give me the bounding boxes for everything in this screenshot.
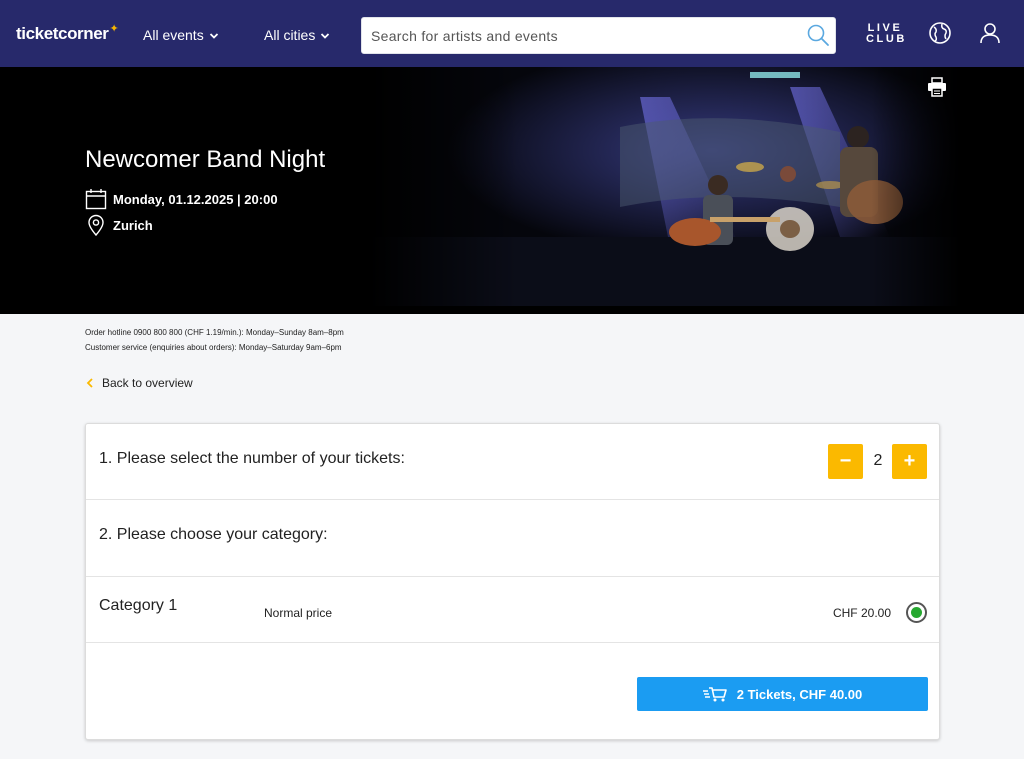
nav-all-events-label: All events [143,27,204,43]
live-club-link[interactable]: LIVE CLUB [866,23,904,45]
increase-quantity-button[interactable]: + [892,444,927,479]
event-location: Zurich [85,214,153,236]
concert-stage-image [370,67,960,306]
category-radio-button[interactable] [906,602,927,623]
chevron-down-icon [321,33,330,39]
decrease-quantity-button[interactable]: − [828,444,863,479]
event-datetime-text: Monday, 01.12.2025 | 20:00 [113,191,278,207]
globe-icon[interactable] [928,21,952,45]
step2-label: 2. Please choose your category: [99,526,328,543]
back-to-overview-link[interactable]: Back to overview [86,376,193,390]
category-option-row[interactable]: Category 1 Normal price CHF 20.00 [86,577,939,643]
event-location-text: Zurich [113,217,153,233]
add-to-cart-label: 2 Tickets, CHF 40.00 [736,686,863,702]
calendar-icon [85,189,107,210]
ticketcorner-logo[interactable]: ticketcorner✦ [16,23,119,44]
radio-selected-dot [911,607,922,618]
location-pin-icon [88,214,104,236]
nav-all-cities[interactable]: All cities [264,27,330,43]
category-price-type: Normal price [264,606,333,620]
customer-service-text: Customer service (enquiries about orders… [85,343,342,352]
category-heading-row: 2. Please choose your category: [86,500,939,577]
user-icon[interactable] [978,21,1002,45]
order-hotline-text: Order hotline 0900 800 800 (CHF 1.19/min… [85,328,344,337]
chevron-left-icon [86,378,93,388]
chevron-down-icon [209,33,218,39]
nav-all-cities-label: All cities [264,27,316,43]
nav-all-events[interactable]: All events [143,27,219,43]
category-name: Category 1 [99,597,178,614]
cart-icon [702,687,727,702]
top-navigation-bar: ticketcorner✦ All events All cities LIVE… [0,0,1024,67]
ticket-quantity-value: 2 [873,452,883,469]
event-datetime: Monday, 01.12.2025 | 20:00 [85,188,278,210]
print-icon[interactable] [927,77,947,97]
search-box [361,17,836,54]
search-icon[interactable] [806,23,830,47]
search-input[interactable] [371,18,801,53]
ticket-quantity-row: 1. Please select the number of your tick… [86,424,939,500]
add-to-cart-button[interactable]: 2 Tickets, CHF 40.00 [637,677,928,711]
back-to-overview-label: Back to overview [102,376,193,390]
event-title: Newcomer Band Night [85,146,326,173]
logo-text: ticketcorner [16,24,109,43]
ticket-booking-card: 1. Please select the number of your tick… [85,423,940,740]
live-club-line2: CLUB [866,33,907,45]
event-hero-banner: Newcomer Band Night Monday, 01.12.2025 |… [0,67,1024,314]
logo-star: ✦ [109,23,119,35]
step1-label: 1. Please select the number of your tick… [99,450,405,467]
category-price: CHF 20.00 [832,606,891,620]
